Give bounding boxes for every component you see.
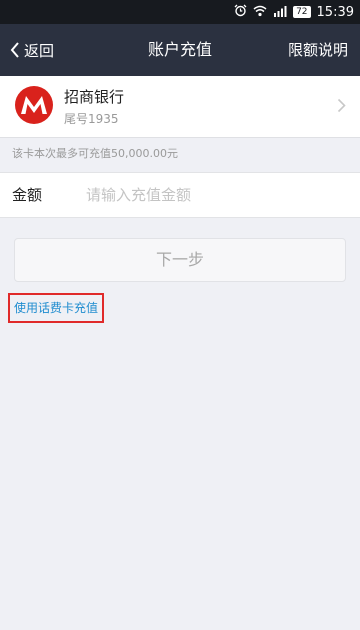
nav-bar: 返回 账户充值 限额说明	[0, 24, 360, 76]
cmb-bank-logo-icon	[14, 85, 54, 125]
status-bar: 72 15:39	[0, 0, 360, 24]
alarm-clock-icon	[234, 4, 247, 20]
phone-card-recharge-link[interactable]: 使用话费卡充值	[8, 293, 105, 323]
bank-card-selector[interactable]: 招商银行 尾号1935	[0, 76, 360, 138]
amount-label: 金额	[12, 186, 43, 204]
battery-indicator: 72	[293, 6, 311, 18]
card-tail-number: 尾号1935	[64, 112, 119, 126]
recharge-limit-note: 该卡本次最多可充值50,000.00元	[12, 147, 178, 160]
status-time: 15:39	[316, 4, 354, 20]
bank-name: 招商银行	[64, 88, 125, 106]
amount-row: 金额	[0, 172, 360, 218]
next-step-button[interactable]: 下一步	[14, 238, 346, 282]
amount-input[interactable]	[86, 181, 346, 209]
back-label: 返回	[24, 41, 55, 60]
chevron-right-icon	[337, 98, 346, 117]
chevron-left-icon	[10, 42, 20, 58]
signal-bars-icon	[273, 5, 287, 20]
limit-info-button[interactable]: 限额说明	[288, 24, 348, 76]
wifi-icon	[253, 5, 267, 20]
back-button[interactable]: 返回	[10, 24, 54, 76]
